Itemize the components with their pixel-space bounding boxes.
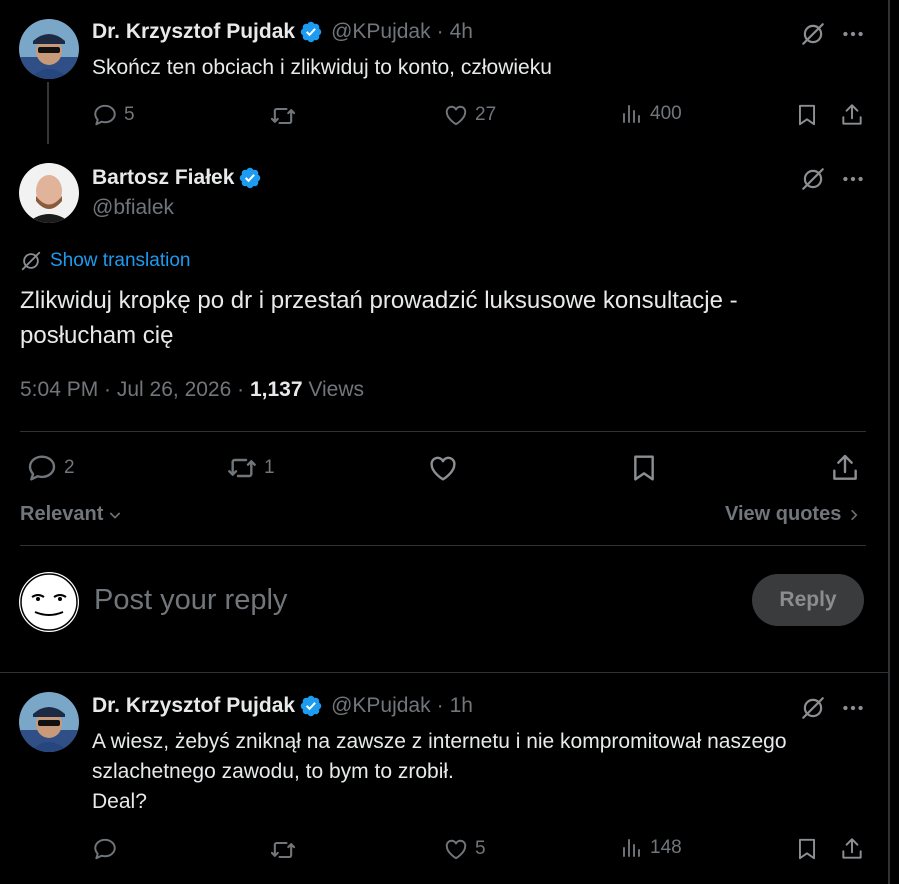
like-count: 27: [475, 104, 497, 125]
sort-label: Relevant: [20, 503, 104, 525]
avatar[interactable]: [19, 19, 79, 79]
author-name[interactable]: Dr. Krzysztof Pujdak: [92, 20, 295, 44]
chevron-down-icon: [110, 511, 121, 519]
grok-icon[interactable]: [800, 166, 826, 192]
reply-action[interactable]: 2: [26, 452, 75, 484]
grok-icon[interactable]: [800, 21, 826, 47]
tweet-header: Dr. Krzysztof Pujdak @KPujdak · 1h: [92, 694, 473, 718]
share-icon[interactable]: [839, 836, 865, 862]
reply-count: 5: [124, 104, 135, 125]
repost-count: 1: [264, 457, 275, 478]
views-icon: [620, 102, 644, 126]
views-count: 400: [650, 103, 682, 124]
views-count: 1,137: [249, 378, 303, 401]
avatar[interactable]: [19, 572, 79, 632]
like-action[interactable]: 27: [443, 102, 496, 128]
tweet-header: Dr. Krzysztof Pujdak @KPujdak · 4h: [92, 20, 473, 44]
separator-dot: ·: [436, 694, 444, 717]
repost-icon: [269, 836, 297, 864]
divider: [0, 672, 888, 673]
more-icon[interactable]: [840, 21, 866, 47]
repost-action[interactable]: 1: [226, 452, 275, 484]
grok-icon[interactable]: [800, 695, 826, 721]
more-icon[interactable]: [840, 695, 866, 721]
tweet-header: Bartosz Fiałek: [92, 166, 262, 190]
reply-input[interactable]: Post your reply: [94, 584, 287, 617]
like-count: 5: [475, 838, 486, 859]
verified-badge-icon: [238, 166, 262, 190]
avatar[interactable]: [19, 163, 79, 223]
avatar[interactable]: [19, 692, 79, 752]
repost-action[interactable]: [269, 836, 297, 864]
repost-icon: [226, 452, 258, 484]
author-handle[interactable]: @KPujdak: [331, 20, 431, 44]
heart-icon[interactable]: [427, 452, 459, 484]
tweet-text: A wiesz, żebyś zniknął na zawsze z inter…: [92, 730, 787, 813]
views-action[interactable]: 400: [620, 102, 682, 126]
share-icon[interactable]: [829, 452, 861, 484]
separator-dot: ·: [436, 20, 444, 43]
tweet-time[interactable]: 1h: [450, 694, 473, 718]
bookmark-icon[interactable]: [794, 836, 820, 862]
bookmark-icon[interactable]: [794, 102, 820, 128]
chevron-right-icon: [851, 509, 858, 520]
divider: [20, 545, 866, 546]
views-label: Views: [302, 378, 365, 401]
author-handle[interactable]: @bfialek: [92, 196, 174, 220]
thread-line: [47, 82, 49, 144]
author-handle[interactable]: @KPujdak: [331, 694, 431, 718]
tweet-time[interactable]: 4h: [450, 20, 473, 44]
reply-action[interactable]: 5: [92, 102, 135, 128]
reply-icon: [26, 452, 58, 484]
show-translation-link[interactable]: Show translation: [20, 250, 190, 272]
author-name[interactable]: Bartosz Fiałek: [92, 166, 234, 190]
heart-icon: [443, 836, 469, 862]
views-icon: [620, 836, 644, 860]
view-quotes-link[interactable]: View quotes: [725, 503, 861, 526]
heart-icon: [443, 102, 469, 128]
more-icon[interactable]: [840, 166, 866, 192]
translate-icon: [20, 250, 42, 272]
author-name[interactable]: Dr. Krzysztof Pujdak: [92, 694, 295, 718]
views-action[interactable]: 148: [620, 836, 682, 860]
sort-dropdown[interactable]: Relevant: [20, 503, 123, 526]
repost-icon: [269, 102, 297, 130]
reply-button[interactable]: Reply: [752, 574, 864, 626]
tweet-text: Skończ ten obciach i zlikwiduj to konto,…: [92, 56, 552, 79]
reply-icon: [92, 836, 118, 862]
reply-count: 2: [64, 457, 75, 478]
share-icon[interactable]: [839, 102, 865, 128]
bookmark-icon[interactable]: [628, 452, 660, 484]
tweet-timestamp[interactable]: 5:04 PM · Jul 26, 2026 ·: [20, 378, 250, 401]
verified-badge-icon: [299, 694, 323, 718]
show-translation-label: Show translation: [50, 250, 191, 271]
view-quotes-label: View quotes: [725, 503, 842, 525]
views-count: 148: [650, 837, 682, 858]
like-action[interactable]: 5: [443, 836, 486, 862]
reply-icon: [92, 102, 118, 128]
tweet-meta: 5:04 PM · Jul 26, 2026 · 1,137 Views: [20, 378, 364, 402]
divider: [20, 431, 866, 432]
tweet-text: Zlikwiduj kropkę po dr i przestań prowad…: [20, 287, 738, 349]
repost-action[interactable]: [269, 102, 297, 130]
right-border: [888, 0, 890, 884]
reply-action[interactable]: [92, 836, 118, 862]
verified-badge-icon: [299, 20, 323, 44]
